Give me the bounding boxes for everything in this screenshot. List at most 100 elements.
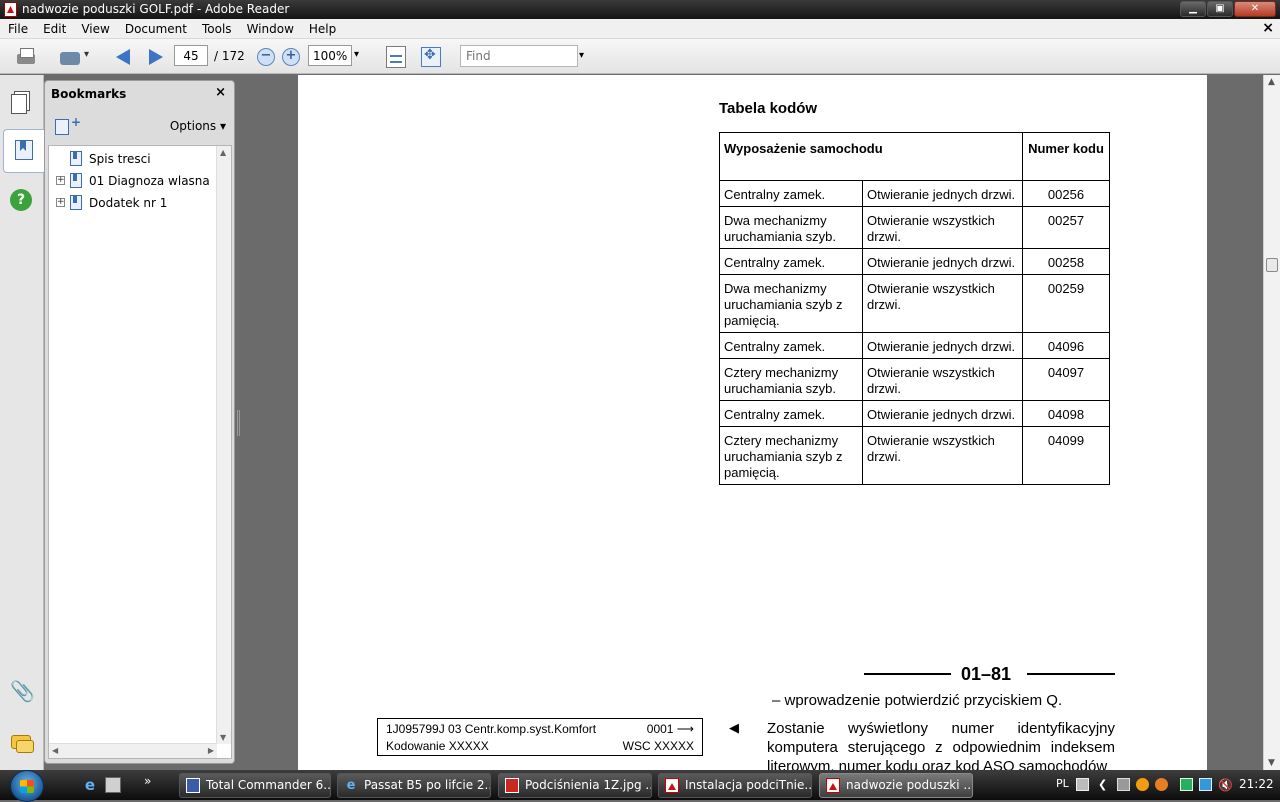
- close-document-button[interactable]: ×: [1262, 20, 1274, 36]
- calculator-icon[interactable]: [105, 777, 121, 793]
- close-bookmarks-button[interactable]: ×: [215, 85, 226, 100]
- menu-file[interactable]: File: [0, 19, 35, 39]
- taskbar-item-image-viewer[interactable]: Podciśnienia 1Z.jpg ...: [498, 773, 652, 798]
- cell-opening: Otwieranie jednych drzwi.: [862, 332, 1023, 359]
- new-bookmark-icon[interactable]: [55, 115, 81, 135]
- minimize-button[interactable]: ▁: [1180, 1, 1206, 17]
- taskbar: e » Total Commander 6.... e Passat B5 po…: [0, 770, 1280, 802]
- cell-opening: Otwieranie wszystkich drzwi.: [862, 426, 1023, 485]
- collaborate-icon[interactable]: [58, 46, 92, 68]
- find-input[interactable]: [460, 45, 578, 67]
- total-commander-icon: [186, 778, 200, 793]
- menu-help[interactable]: Help: [301, 19, 343, 39]
- bookmark-label: Spis tresci: [89, 152, 151, 166]
- bookmark-item[interactable]: + 01 Diagnoza wlasna: [49, 171, 217, 191]
- find-dropdown-icon[interactable]: ▾: [579, 50, 584, 61]
- fit-page-icon[interactable]: [386, 46, 406, 68]
- cell-equipment: Centralny zamek.: [719, 180, 863, 207]
- clock[interactable]: 21:22: [1239, 777, 1274, 791]
- menu-document[interactable]: Document: [117, 19, 194, 39]
- keyboard-icon[interactable]: [1076, 778, 1089, 791]
- quick-launch-more-button[interactable]: »: [144, 774, 151, 788]
- next-page-button[interactable]: [144, 46, 166, 68]
- table-row: Centralny zamek. Otwieranie jednych drzwi…: [719, 400, 1110, 427]
- bookmark-icon: [70, 151, 82, 166]
- start-button[interactable]: [10, 770, 44, 802]
- scroll-down-icon[interactable]: ▼: [1268, 758, 1275, 768]
- page-number-input[interactable]: [174, 45, 208, 66]
- scroll-left-icon[interactable]: ◀: [52, 746, 58, 755]
- bookmark-item[interactable]: + Dodatek nr 1: [49, 193, 217, 213]
- zoom-out-button[interactable]: [257, 48, 275, 66]
- table-row: Cztery mechanizmy uruchamiania szyb z pa…: [719, 426, 1110, 485]
- bookmarks-horizontal-scrollbar[interactable]: ◀ ▶: [49, 743, 217, 758]
- table-row: Centralny zamek. Otwieranie jednych drzwi…: [719, 180, 1110, 207]
- zoom-in-button[interactable]: [282, 48, 300, 66]
- instruction-text: – wprowadzenie potwierdzić przyciskiem Q…: [772, 692, 1063, 709]
- pdf-icon: [665, 778, 679, 793]
- document-page: Tabela kodów Wyposażenie samochodu Numer…: [298, 75, 1207, 770]
- network-icon[interactable]: [1117, 778, 1130, 791]
- scrollbar-thumb[interactable]: [1266, 258, 1278, 272]
- taskbar-item-browser[interactable]: e Passat B5 po lifcie 2...: [337, 773, 491, 798]
- pane-splitter-handle[interactable]: [237, 410, 240, 436]
- ie-icon: e: [346, 778, 356, 793]
- comments-icon[interactable]: [10, 731, 34, 755]
- window-title: nadwozie poduszki GOLF.pdf - Adobe Reade…: [22, 2, 290, 16]
- taskbar-item-pdf-instalacja[interactable]: Instalacja podciTnie...: [658, 773, 812, 798]
- menu-edit[interactable]: Edit: [35, 19, 73, 39]
- cell-code: 04097: [1022, 358, 1110, 401]
- language-indicator[interactable]: PL: [1056, 777, 1069, 790]
- zoom-input[interactable]: [308, 45, 352, 66]
- print-icon[interactable]: [14, 46, 38, 68]
- task-label: Total Commander 6....: [206, 778, 331, 792]
- cell-code: 04098: [1022, 400, 1110, 427]
- header-code: Numer kodu: [1022, 132, 1110, 181]
- readout-line1-left: 1J095799J 03 Centr.komp.syst.Komfort: [386, 722, 597, 736]
- menu-view[interactable]: View: [73, 19, 116, 39]
- bookmarks-vertical-scrollbar[interactable]: ▲ ▼: [216, 146, 231, 744]
- attachment-icon[interactable]: 📎: [10, 679, 35, 703]
- tray-expand-icon[interactable]: ❮: [1098, 778, 1111, 791]
- scroll-up-icon[interactable]: ▲: [1268, 77, 1275, 87]
- maximize-button[interactable]: ▣: [1207, 1, 1233, 17]
- full-screen-icon[interactable]: [421, 47, 441, 67]
- menu-window[interactable]: Window: [239, 19, 301, 39]
- security-icon[interactable]: [1155, 778, 1168, 791]
- close-button[interactable]: ✕: [1234, 1, 1276, 17]
- bookmark-icon: [70, 173, 82, 188]
- readout-line2-right: WSC XXXXX: [622, 739, 694, 753]
- previous-page-button[interactable]: [113, 46, 135, 68]
- options-menu[interactable]: Options ▾: [170, 119, 226, 133]
- scroll-down-icon[interactable]: ▼: [220, 733, 226, 742]
- volume-muted-icon[interactable]: 🔇: [1218, 778, 1233, 792]
- update-icon[interactable]: [1136, 778, 1149, 791]
- task-label: Podciśnienia 1Z.jpg ...: [525, 778, 652, 792]
- cell-opening: Otwieranie jednych drzwi.: [862, 180, 1023, 207]
- taskbar-item-total-commander[interactable]: Total Commander 6....: [179, 773, 331, 798]
- pdf-icon: [826, 778, 840, 793]
- cell-equipment: Centralny zamek.: [719, 248, 863, 275]
- zoom-dropdown-icon[interactable]: ▾: [354, 49, 359, 60]
- pages-icon[interactable]: [10, 89, 34, 114]
- page-total: / 172: [214, 49, 245, 63]
- bookmark-item[interactable]: Spis tresci: [49, 149, 217, 169]
- table-row: Dwa mechanizmy uruchamiania szyb z pamię…: [719, 274, 1110, 333]
- help-icon[interactable]: ?: [10, 189, 32, 211]
- bookmarks-tab[interactable]: [3, 129, 45, 173]
- bookmark-label: Dodatek nr 1: [89, 196, 168, 210]
- taskbar-item-pdf-nadwozie[interactable]: nadwozie poduszki ...: [819, 773, 973, 798]
- monitor-icon[interactable]: [1199, 778, 1212, 791]
- menu-tools[interactable]: Tools: [194, 19, 239, 39]
- scroll-right-icon[interactable]: ▶: [208, 746, 214, 755]
- scroll-up-icon[interactable]: ▲: [220, 148, 226, 157]
- document-vertical-scrollbar[interactable]: ▲ ▼: [1263, 75, 1280, 770]
- cell-opening: Otwieranie jednych drzwi.: [862, 248, 1023, 275]
- device-icon[interactable]: [1180, 778, 1193, 791]
- expand-icon[interactable]: +: [56, 176, 65, 185]
- page-number: 01–81: [961, 664, 1012, 684]
- internet-explorer-icon[interactable]: e: [82, 777, 98, 793]
- cell-equipment: Cztery mechanizmy uruchamiania szyb.: [719, 358, 863, 401]
- bookmark-icon: [70, 195, 82, 210]
- expand-icon[interactable]: +: [56, 198, 65, 207]
